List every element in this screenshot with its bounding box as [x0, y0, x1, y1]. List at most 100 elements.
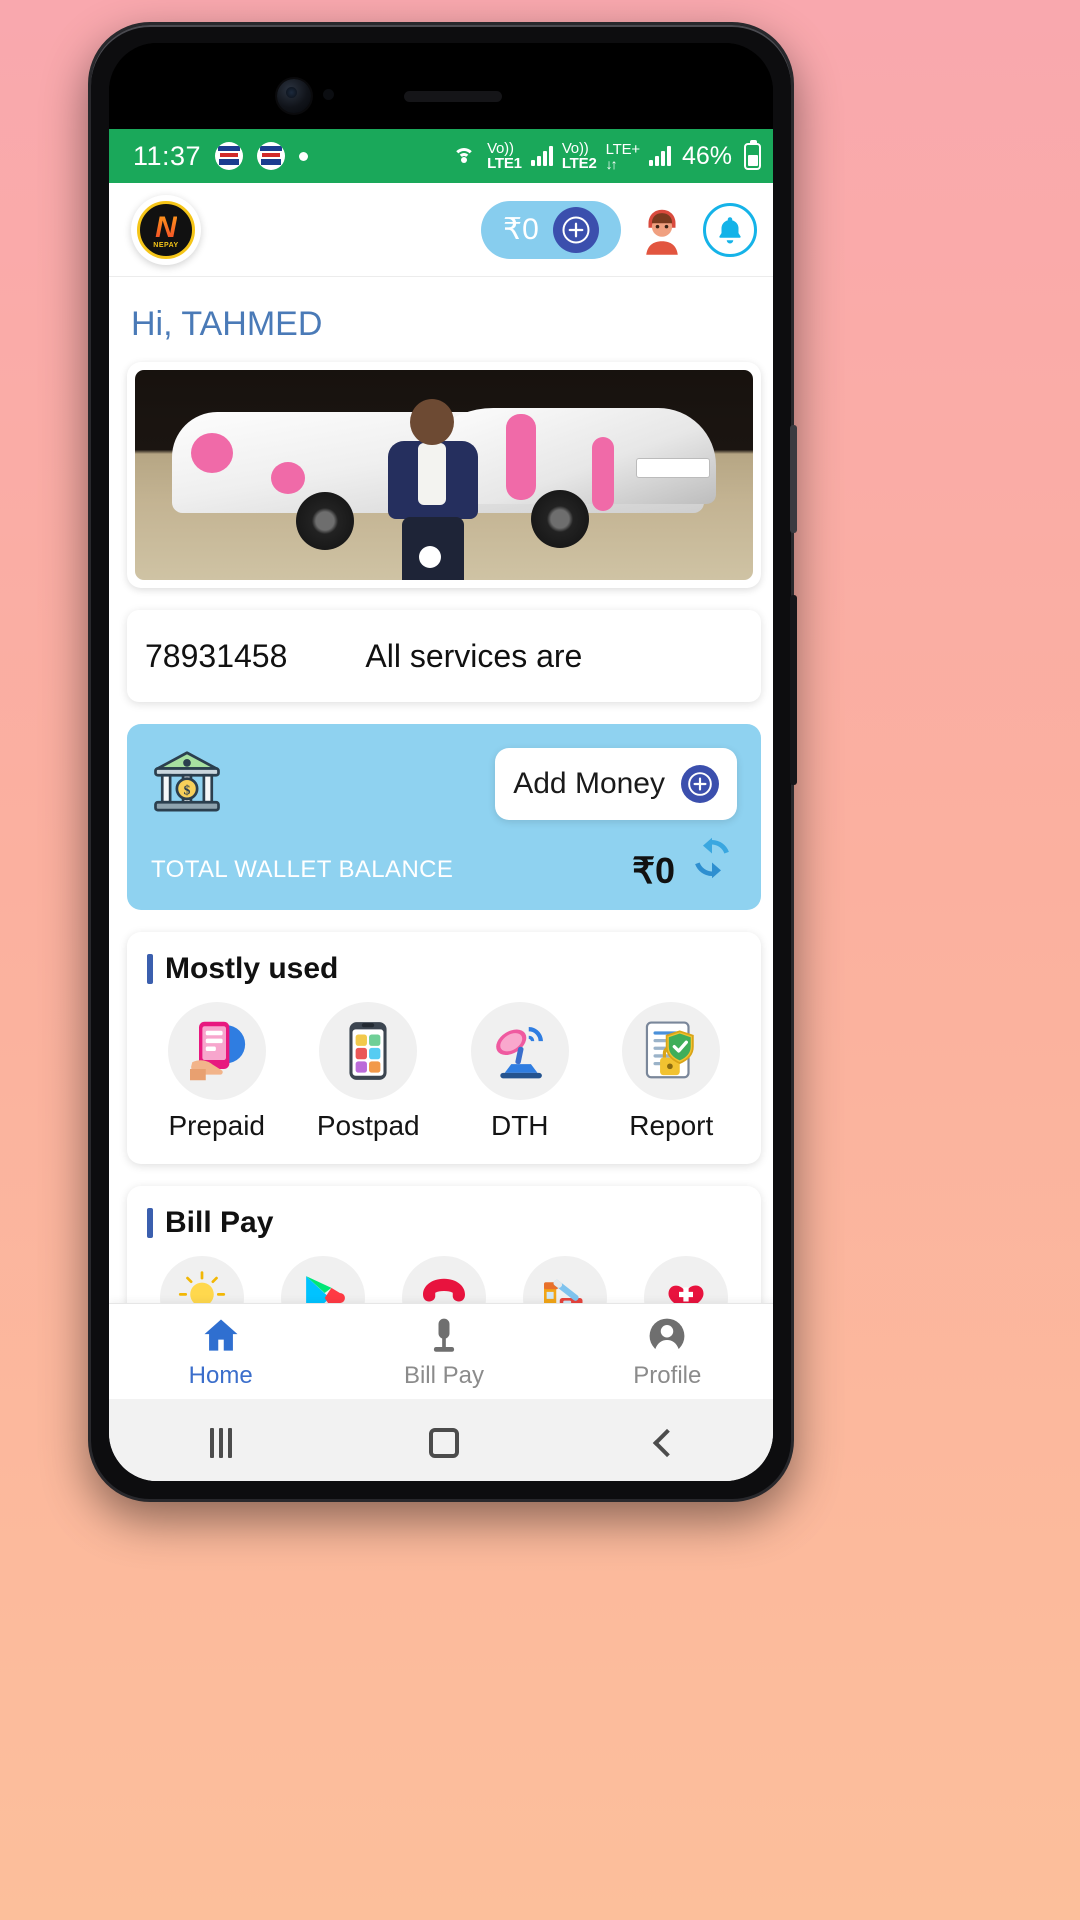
nav-item-profile[interactable]: Profile	[556, 1314, 773, 1390]
nav-item-home[interactable]: Home	[109, 1314, 332, 1390]
recents-icon	[209, 1428, 232, 1458]
home-square-icon	[428, 1428, 459, 1458]
banner-wheel-shape	[295, 491, 354, 550]
logo-letter: N	[155, 210, 177, 244]
sim1-signal-icon	[530, 146, 553, 166]
bottom-navigation-bar: Home Bill Pay Profile	[109, 1303, 773, 1399]
tile-dth[interactable]: DTH	[444, 1002, 596, 1142]
app-header: N NEPAY ₹0	[109, 183, 773, 277]
notification-dot-icon	[299, 151, 309, 161]
wallet-balance-label: TOTAL WALLET BALANCE	[151, 856, 454, 883]
banner-license-plate	[635, 458, 710, 479]
bill-pay-header: Bill Pay	[141, 1206, 747, 1240]
ticker-number: 78931458	[145, 637, 288, 674]
ticker-message: All services are	[365, 637, 583, 674]
status-bar-clock: 11:37	[133, 140, 202, 171]
plus-circle-icon[interactable]	[552, 206, 599, 253]
power-button[interactable]	[790, 595, 797, 785]
tile-label: Prepaid	[168, 1110, 265, 1141]
home-icon	[204, 1319, 238, 1351]
android-back-button[interactable]	[556, 1428, 773, 1458]
section-accent-bar	[147, 1208, 153, 1238]
sim2-volte-bottom: LTE2	[561, 155, 597, 172]
status-bar-system-icons: Vo)) LTE1 Vo)) LTE2 LTE+ ↓↑ 46%	[450, 139, 761, 172]
nav-label-profile: Profile	[633, 1361, 702, 1389]
bill-icon	[433, 1318, 455, 1352]
banner-ribbon-decor	[505, 414, 536, 501]
refresh-icon[interactable]	[685, 831, 739, 890]
volume-button[interactable]	[790, 425, 797, 533]
logo-wordmark: NEPAY	[153, 241, 179, 249]
android-navigation-bar	[109, 1399, 773, 1481]
earpiece-speaker	[404, 91, 502, 102]
sim1-volte-icon: Vo)) LTE1	[487, 141, 522, 171]
main-scroll-area[interactable]: Hi, TAHMED 78931458 All services are $ A…	[109, 277, 773, 1319]
sim1-volte-bottom: LTE1	[487, 155, 522, 172]
lte-plus-icon: LTE+ ↓↑	[605, 140, 641, 172]
section-accent-bar	[147, 954, 153, 984]
mostly-used-panel: Mostly used Prepaid Postpad DTH Report	[127, 932, 761, 1164]
app-notification-icon-2	[257, 142, 286, 170]
banner-person-figure	[382, 399, 484, 580]
tile-label: Report	[629, 1110, 714, 1141]
sim2-volte-icon: Vo)) LTE2	[562, 141, 597, 171]
document-shield-lock-icon	[622, 1002, 721, 1100]
mostly-used-title: Mostly used	[165, 952, 339, 985]
mostly-used-header: Mostly used	[141, 952, 747, 986]
add-money-button[interactable]: Add Money	[495, 748, 737, 820]
greeting-text: Hi, TAHMED	[131, 305, 323, 343]
satellite-dish-icon	[470, 1002, 569, 1100]
nav-label-bill-pay: Bill Pay	[403, 1361, 484, 1389]
notch-area	[109, 43, 773, 129]
cast-icon	[450, 144, 478, 168]
nav-item-bill-pay[interactable]: Bill Pay	[332, 1314, 555, 1390]
smartphone-apps-icon	[319, 1002, 418, 1100]
battery-icon	[744, 139, 761, 170]
nav-label-home: Home	[188, 1361, 253, 1389]
phone-frame: 11:37 Vo)) LTE1 Vo)) LTE2 LTE+ ↓↑ 46% N …	[88, 22, 797, 1502]
bill-pay-panel: Bill Pay	[127, 1186, 761, 1319]
wallet-balance-amount: ₹0	[632, 850, 675, 891]
header-actions: ₹0	[481, 200, 757, 259]
banner-wheel-shape	[530, 489, 589, 548]
data-arrows-icon: ↓↑	[605, 155, 618, 172]
promo-banner-image	[135, 370, 753, 580]
bell-icon[interactable]	[703, 202, 757, 257]
tile-postpad[interactable]: Postpad	[293, 1002, 445, 1142]
wallet-balance-pill[interactable]: ₹0	[481, 200, 621, 259]
android-recents-button[interactable]	[109, 1428, 332, 1458]
wallet-pill-amount: ₹0	[503, 213, 539, 246]
wallet-balance-card: $ Add Money TOTAL WALLET BALANCE ₹0	[127, 724, 761, 910]
tile-prepaid[interactable]: Prepaid	[141, 1002, 293, 1142]
nepay-logo-mark: N NEPAY	[137, 200, 195, 259]
status-bar-notification-icons	[215, 142, 309, 170]
app-notification-icon-1	[215, 142, 244, 170]
android-home-button[interactable]	[332, 1428, 555, 1458]
phone-inner-bezel: 11:37 Vo)) LTE1 Vo)) LTE2 LTE+ ↓↑ 46% N …	[109, 43, 773, 1481]
bank-building-icon: $	[151, 746, 223, 823]
avatar-icon[interactable]	[635, 203, 689, 257]
sim2-volte-top: Vo))	[561, 140, 589, 157]
svg-text:$: $	[184, 782, 191, 797]
tile-report[interactable]: Report	[596, 1002, 748, 1142]
banner-ribbon-decor	[592, 437, 615, 512]
sim2-signal-icon	[648, 146, 671, 166]
lte-plus-label: LTE+	[605, 140, 641, 158]
sim1-volte-top: Vo))	[487, 140, 514, 157]
bill-pay-title: Bill Pay	[165, 1206, 274, 1239]
tile-label: Postpad	[316, 1110, 420, 1141]
promo-banner-card[interactable]	[127, 362, 761, 588]
ticker-banner[interactable]: 78931458 All services are	[127, 610, 761, 702]
proximity-sensor-icon	[323, 89, 334, 100]
tile-label: DTH	[490, 1110, 549, 1141]
banner-ribbon-decor	[190, 433, 233, 473]
mobile-recharge-hand-icon	[167, 1002, 266, 1100]
profile-icon	[649, 1318, 685, 1354]
back-chevron-icon	[653, 1428, 682, 1458]
plus-circle-icon	[681, 765, 719, 803]
add-money-label: Add Money	[513, 767, 665, 800]
app-logo[interactable]: N NEPAY	[131, 194, 201, 265]
battery-percent-label: 46%	[681, 141, 732, 170]
front-camera-icon	[277, 79, 311, 113]
mostly-used-tiles: Prepaid Postpad DTH Report	[141, 1002, 747, 1142]
